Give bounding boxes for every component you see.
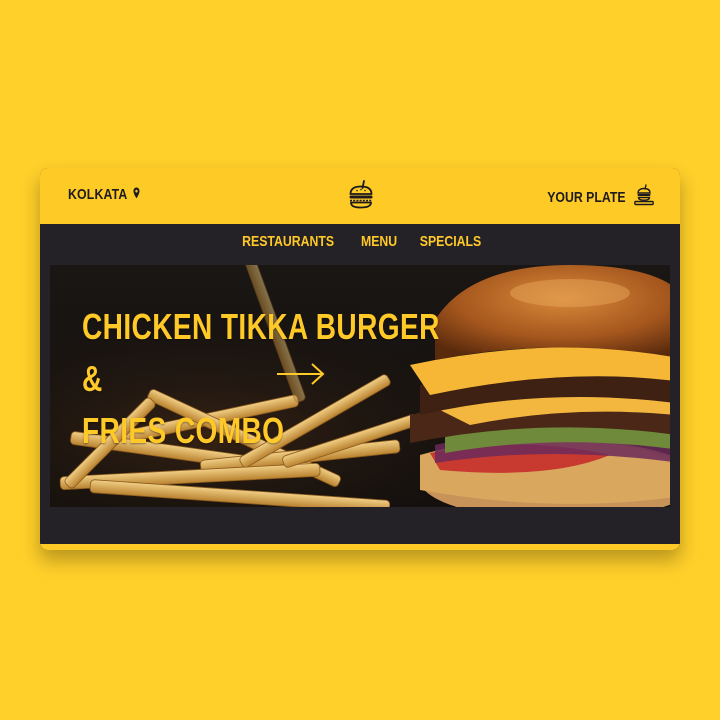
nav-item-menu[interactable]: MENU	[360, 233, 396, 250]
headline-line-2: FRIES COMBO	[82, 410, 285, 451]
location-label: KOLKATA	[68, 186, 128, 203]
map-pin-icon	[132, 186, 140, 203]
location-selector[interactable]: KOLKATA	[68, 186, 140, 203]
top-bar: KOLKATA YOUR PLATE	[40, 168, 680, 224]
arrow-right-icon[interactable]	[276, 362, 326, 386]
burger-logo-icon[interactable]	[348, 180, 374, 210]
hero-banner[interactable]: CHICKEN TIKKA BURGER & FRIES COMBO	[50, 265, 670, 507]
food-tray-icon	[634, 184, 654, 211]
your-plate-label: YOUR PLATE	[547, 189, 626, 206]
your-plate-button[interactable]: YOUR PLATE	[530, 184, 654, 211]
nav-item-restaurants[interactable]: RESTAURANTS	[242, 233, 334, 250]
main-nav: RESTAURANTS MENU SPECIALS	[40, 224, 680, 258]
nav-item-specials[interactable]: SPECIALS	[419, 233, 481, 250]
landing-card: KOLKATA YOUR PLATE RESTAURANTS MENU SPEC…	[40, 168, 680, 550]
headline-line-1: CHICKEN TIKKA BURGER &	[82, 306, 440, 399]
bottom-accent-strip	[40, 544, 680, 550]
hero-headline: CHICKEN TIKKA BURGER & FRIES COMBO	[82, 301, 441, 457]
